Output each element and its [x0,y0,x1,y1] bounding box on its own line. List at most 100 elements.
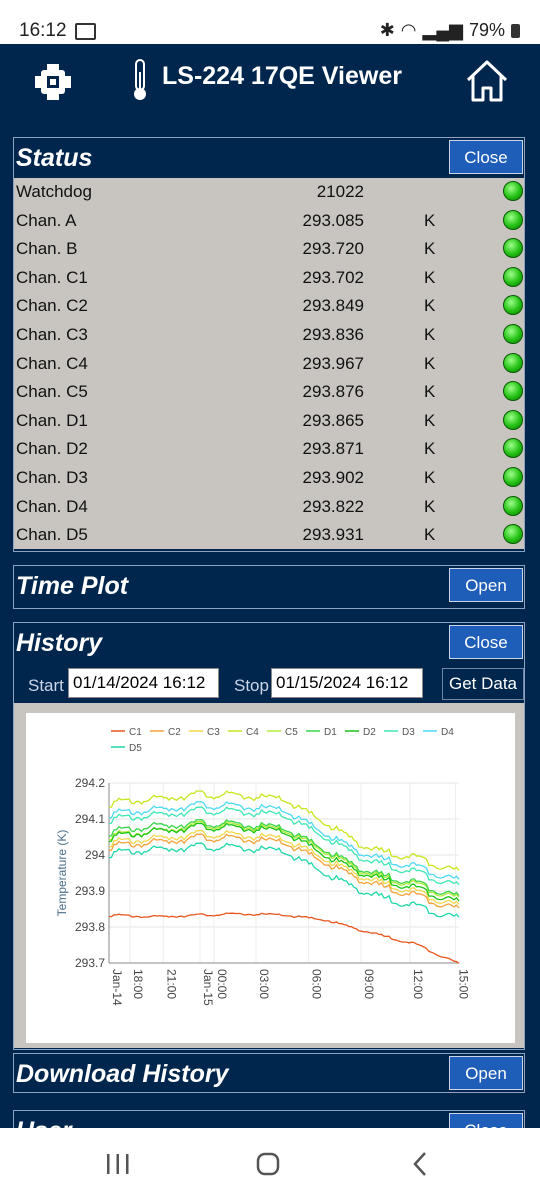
status-table: Watchdog 21022 Chan. A 293.085 K Chan. B 293.7… [14,178,524,549]
status-ok-indicator-icon [503,238,523,259]
status-row-value: 293.822 [302,496,364,516]
status-ok-indicator-icon [503,352,523,373]
start-label: Start [28,676,64,695]
x-tick-label: 03:00 [257,969,271,999]
app-title: LS-224 17QE Viewer [162,62,402,90]
status-row-label: Chan. C2 [16,296,88,316]
status-ok-indicator-icon [503,295,523,316]
status-row-unit: K [424,353,436,373]
x-tick-label: 15:00 [457,969,471,999]
y-tick-label: 293.9 [75,884,105,898]
status-row-label: Chan. B [16,239,78,259]
system-status-bar: 16:12 ✱ ◠ ▂▄▆ 79% [0,0,540,44]
status-row: Chan. B 293.720 K [14,235,524,264]
series-line [108,822,460,902]
legend-label: C5 [285,727,298,738]
back-icon[interactable] [410,1151,430,1177]
status-row-unit: K [424,496,436,516]
status-row-unit: K [424,296,436,316]
timeplot-open-button[interactable]: Open [449,568,523,602]
start-datetime-input[interactable]: 01/14/2024 16:12 [68,668,219,698]
y-tick-label: 294.1 [75,812,105,826]
status-close-button[interactable]: Close [449,140,523,174]
status-row: Watchdog 21022 [14,178,524,207]
series-line [108,819,460,896]
status-ok-indicator-icon [503,467,523,487]
status-row-value: 21022 [316,182,364,201]
legend-label: C1 [129,727,142,738]
stop-label: Stop [234,676,269,695]
download-open-button[interactable]: Open [449,1056,523,1090]
screenshot-notification-icon [75,23,96,40]
history-section: History Close Start 01/14/2024 16:12 Sto… [13,622,525,1050]
status-icons: ✱ ◠ ▂▄▆ 79% [380,20,520,41]
status-row-unit: K [424,410,436,430]
status-section: Status Close Watchdog 21022 Chan. A 293.085… [13,137,525,552]
y-axis-label: Temperature (K) [55,830,69,917]
y-tick-label: 293.7 [75,956,105,970]
recent-apps-icon[interactable] [105,1152,131,1176]
status-row: Chan. C5 293.876 K [14,378,524,407]
status-row: Chan. D4 293.822 K [14,493,524,522]
x-tick-label: 06:00 [310,969,324,999]
y-tick-label: 293.8 [75,920,105,934]
status-row-unit: K [424,325,436,344]
timeplot-section: Time Plot Open [13,565,525,609]
status-row-label: Chan. C1 [16,267,88,287]
status-row-label: Chan. D4 [16,496,88,516]
x-tick-label: 21:00 [164,969,178,999]
legend-label: C4 [246,727,259,738]
wifi-icon: ◠ [400,20,417,40]
series-line [108,842,460,918]
status-row-value: 293.876 [302,382,364,402]
signal-icon: ▂▄▆ [422,20,463,40]
status-row-value: 293.902 [302,468,364,487]
system-navigation-bar [0,1128,540,1200]
clock: 16:12 [19,20,67,41]
status-row-value: 293.702 [302,267,364,287]
status-header: Status Close [14,138,524,178]
legend-label: D3 [402,727,415,738]
history-close-button[interactable]: Close [449,625,523,659]
download-section: Download History Open [13,1053,525,1093]
home-nav-icon[interactable] [255,1151,281,1177]
status-row-label: Chan. C5 [16,382,88,402]
status-row-unit: K [424,382,436,402]
history-header: History Close [14,623,524,663]
status-row-label: Watchdog [16,182,92,201]
status-row: Chan. D3 293.902 K [14,464,524,493]
x-tick-label: 00:00 [215,969,229,999]
history-title: History [16,629,103,657]
x-tick-label: Jan-14 [110,969,124,1006]
legend-label: C2 [168,727,181,738]
status-row-unit: K [424,267,436,287]
status-ok-indicator-icon [503,409,523,430]
fermilab-logo-icon[interactable] [33,62,73,102]
home-icon[interactable] [464,58,510,104]
status-row-unit: K [424,439,436,459]
legend-label: D2 [363,727,376,738]
y-tick-label: 294 [85,848,105,862]
status-ok-indicator-icon [503,524,523,545]
status-ok-indicator-icon [503,181,523,201]
get-data-button[interactable]: Get Data [442,668,524,700]
status-ok-indicator-icon [503,438,523,459]
legend-label: D5 [129,743,142,754]
status-row-unit: K [424,210,436,230]
timeplot-title: Time Plot [16,572,129,600]
stop-datetime-input[interactable]: 01/15/2024 16:12 [271,668,423,698]
status-row-label: Chan. A [16,210,77,230]
status-title: Status [16,144,93,172]
status-row-value: 293.871 [302,439,364,459]
status-row: Chan. C2 293.849 K [14,292,524,321]
battery-icon [511,23,520,38]
status-row-value: 293.849 [302,296,364,316]
status-row-label: Chan. C3 [16,325,88,344]
legend-label: C3 [207,727,220,738]
series-line [108,912,460,964]
download-header: Download History Open [14,1054,524,1094]
status-row: Chan. A 293.085 K [14,207,524,236]
status-ok-indicator-icon [503,209,523,230]
status-row-value: 293.931 [302,525,364,545]
status-row: Chan. C4 293.967 K [14,350,524,379]
